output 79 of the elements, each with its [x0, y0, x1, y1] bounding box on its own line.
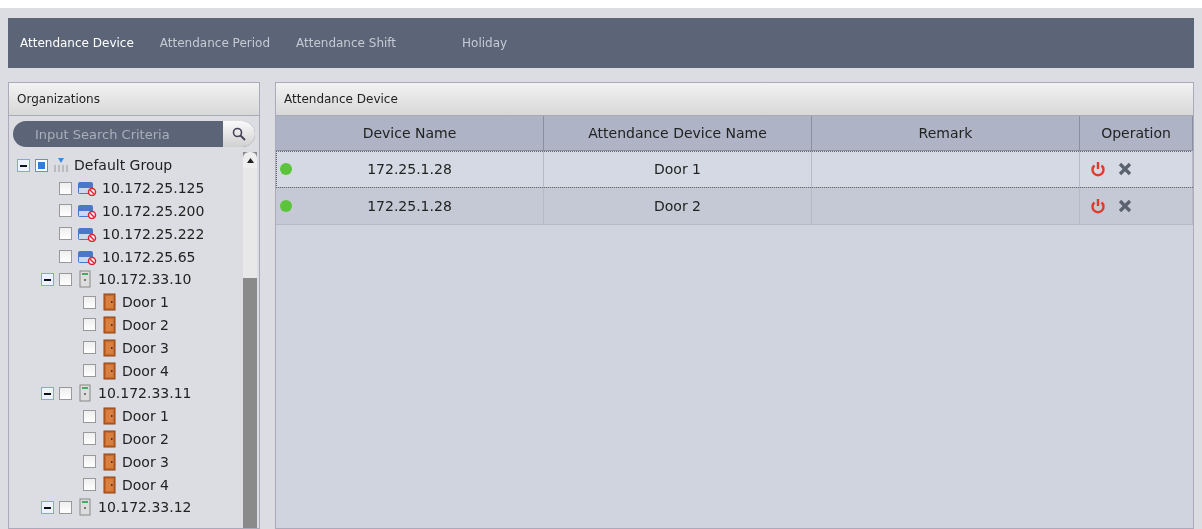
- scroll-up-button[interactable]: [243, 152, 257, 168]
- door-icon: [101, 429, 117, 448]
- door-icon: [101, 338, 117, 357]
- scrollbar[interactable]: [243, 152, 257, 528]
- delete-icon[interactable]: [1118, 162, 1132, 176]
- controller-icon: [77, 384, 93, 403]
- checkbox[interactable]: [83, 478, 96, 492]
- tree-item-label[interactable]: 10.172.25.222: [102, 225, 205, 242]
- nav-tab[interactable]: Attendance Shift: [296, 36, 397, 50]
- collapse-toggle[interactable]: [41, 386, 54, 400]
- group-icon: [53, 157, 69, 174]
- table-cell: Door 2: [654, 198, 701, 214]
- column-header[interactable]: Remark: [812, 116, 1080, 151]
- search-field[interactable]: Input Search Criteria: [13, 121, 255, 147]
- tree-item-label[interactable]: Door 4: [122, 362, 170, 379]
- tree-item-label[interactable]: Door 3: [122, 453, 170, 470]
- table-cell: 172.25.1.28: [367, 198, 452, 214]
- tree-item-label[interactable]: Door 2: [122, 316, 170, 333]
- door-icon: [101, 475, 117, 494]
- checkbox[interactable]: [35, 158, 48, 172]
- door-icon: [101, 361, 117, 380]
- search-icon: [232, 127, 246, 141]
- table-row[interactable]: 172.25.1.28 Door 2: [276, 188, 1193, 225]
- delete-icon[interactable]: [1118, 199, 1132, 213]
- checkbox[interactable]: [83, 409, 96, 423]
- tree-item-label[interactable]: 10.172.33.10: [98, 271, 192, 288]
- collapse-toggle[interactable]: [41, 500, 54, 514]
- nav-tab[interactable]: Holiday: [462, 36, 508, 50]
- table-cell: 172.25.1.28: [367, 161, 452, 177]
- door-icon: [101, 315, 117, 334]
- tree-item-label[interactable]: 10.172.25.65: [102, 248, 196, 265]
- power-icon[interactable]: [1090, 161, 1106, 177]
- nav-tab[interactable]: Attendance Period: [159, 36, 270, 50]
- column-header[interactable]: Device Name: [276, 116, 544, 151]
- collapse-toggle[interactable]: [41, 272, 54, 286]
- checkbox[interactable]: [59, 204, 72, 218]
- checkbox[interactable]: [83, 341, 96, 355]
- tree-item-label[interactable]: Door 2: [122, 430, 170, 447]
- checkbox[interactable]: [59, 272, 72, 286]
- door-icon: [101, 293, 117, 312]
- tree-item-label[interactable]: 10.172.33.12: [98, 499, 192, 516]
- power-icon[interactable]: [1090, 198, 1106, 214]
- checkbox[interactable]: [59, 227, 72, 241]
- tree-item-label[interactable]: 10.172.33.11: [98, 385, 192, 402]
- hard-drive-icon: [77, 248, 97, 265]
- panel-title: Organizations: [9, 83, 259, 116]
- controller-icon: [77, 498, 93, 517]
- hard-drive-icon: [77, 225, 97, 242]
- table-row[interactable]: 172.25.1.28 Door 1: [276, 151, 1193, 188]
- tree-item-label[interactable]: Door 1: [122, 294, 170, 311]
- checkbox[interactable]: [59, 500, 72, 514]
- checkbox[interactable]: [83, 364, 96, 378]
- checkbox[interactable]: [83, 455, 96, 469]
- checkbox[interactable]: [59, 386, 72, 400]
- column-header[interactable]: Attendance Device Name: [544, 116, 812, 151]
- checkbox[interactable]: [83, 318, 96, 332]
- controller-icon: [77, 270, 93, 289]
- panel-title: Attendance Device: [276, 83, 1193, 116]
- hard-drive-icon: [77, 180, 97, 197]
- tree-item-label[interactable]: Door 3: [122, 339, 170, 356]
- column-header[interactable]: Operation: [1080, 116, 1193, 151]
- search-input[interactable]: Input Search Criteria: [13, 125, 223, 143]
- hard-drive-icon: [77, 203, 97, 219]
- collapse-toggle[interactable]: [17, 158, 30, 172]
- door-icon: [101, 407, 117, 426]
- search-button[interactable]: [223, 121, 255, 147]
- checkbox[interactable]: [59, 181, 72, 195]
- nav-tab[interactable]: Attendance Device: [20, 36, 134, 50]
- door-icon: [101, 452, 117, 471]
- tree-item-label[interactable]: Default Group: [74, 157, 173, 174]
- checkbox[interactable]: [59, 250, 72, 264]
- checkbox[interactable]: [83, 295, 96, 309]
- up-arrow-icon: [246, 157, 254, 163]
- tree-item-label[interactable]: Door 1: [122, 408, 170, 425]
- tree-item-label[interactable]: Door 4: [122, 476, 170, 493]
- tree-item-label[interactable]: 10.172.25.200: [102, 203, 205, 219]
- checkbox[interactable]: [83, 432, 96, 446]
- table-cell: Door 1: [654, 161, 701, 177]
- tree-item-label[interactable]: 10.172.25.125: [102, 180, 205, 197]
